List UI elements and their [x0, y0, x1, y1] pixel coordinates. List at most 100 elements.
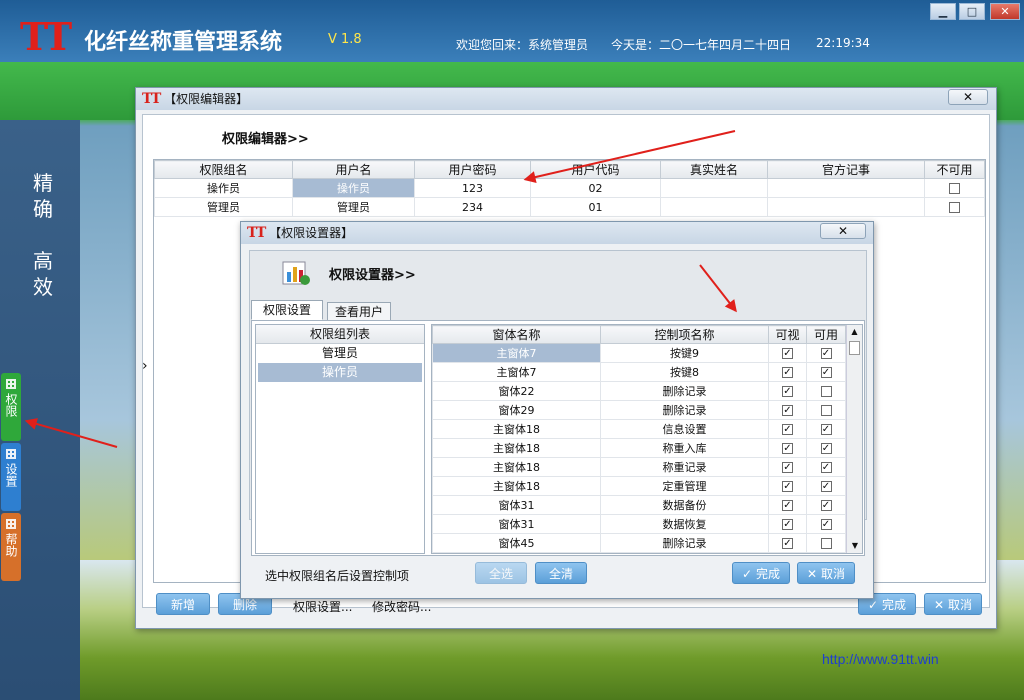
cell-form[interactable]: 主窗体18 — [432, 438, 601, 458]
cell-name[interactable] — [660, 178, 768, 198]
vertical-scrollbar[interactable]: ▲ ▼ — [846, 325, 862, 553]
col-enabled[interactable]: 可用 — [806, 325, 846, 344]
editor-close-button[interactable]: ✕ — [948, 89, 988, 105]
cell-form[interactable]: 窗体29 — [432, 400, 601, 420]
cell-ctrl[interactable]: 信息设置 — [600, 419, 769, 439]
table-row[interactable]: 主窗体7 按键9 ✓ ✓ — [432, 343, 846, 363]
cell-ctrl[interactable]: 称重记录 — [600, 457, 769, 477]
visible-checkbox[interactable]: ✓ — [782, 443, 793, 454]
cell-form[interactable]: 主窗体18 — [432, 476, 601, 496]
enabled-checkbox[interactable]: ✓ — [820, 443, 832, 454]
enabled-checkbox[interactable]: ✓ — [820, 348, 832, 359]
side-tab-settings[interactable]: 设置 — [1, 443, 21, 511]
visible-checkbox[interactable]: ✓ — [782, 348, 793, 359]
enabled-checkbox[interactable]: ✓ — [820, 462, 832, 473]
visible-checkbox[interactable]: ✓ — [782, 386, 793, 397]
setter-ok-button[interactable]: ✓ 完成 — [732, 562, 790, 584]
table-row[interactable]: 管理员 管理员 234 01 — [154, 197, 985, 217]
visible-checkbox[interactable]: ✓ — [782, 424, 793, 435]
setter-cancel-button[interactable]: ✕ 取消 — [797, 562, 855, 584]
visible-checkbox[interactable]: ✓ — [782, 481, 793, 492]
col-realname[interactable]: 真实姓名 — [660, 160, 768, 179]
cell-form[interactable]: 窗体31 — [432, 514, 601, 534]
cell-group[interactable]: 管理员 — [154, 197, 293, 217]
cell-note[interactable] — [767, 178, 925, 198]
tab-view-users[interactable]: 查看用户 — [327, 302, 391, 322]
cell-note[interactable] — [767, 197, 925, 217]
cell-ctrl[interactable]: 定重管理 — [600, 476, 769, 496]
col-group[interactable]: 权限组名 — [154, 160, 293, 179]
cell-form[interactable]: 主窗体7 — [432, 343, 601, 363]
enabled-checkbox[interactable]: ✓ — [820, 481, 832, 492]
enabled-checkbox[interactable]: ✓ — [820, 500, 832, 511]
enabled-checkbox[interactable] — [820, 405, 832, 416]
cell-code[interactable]: 02 — [530, 178, 661, 198]
cell-pwd[interactable]: 123 — [414, 178, 531, 198]
visible-checkbox[interactable]: ✓ — [782, 519, 793, 530]
website-link[interactable]: http://www.91tt.win — [822, 651, 939, 667]
visible-checkbox[interactable]: ✓ — [782, 538, 793, 549]
visible-checkbox[interactable]: ✓ — [782, 462, 793, 473]
table-row[interactable]: 主窗体18 称重记录 ✓ ✓ — [432, 457, 846, 477]
permission-settings-link[interactable]: 权限设置... — [293, 598, 352, 615]
enabled-checkbox[interactable]: ✓ — [820, 519, 832, 530]
col-disabled[interactable]: 不可用 — [924, 160, 985, 179]
maximize-button[interactable]: □ — [959, 3, 985, 20]
col-form-name[interactable]: 窗体名称 — [432, 325, 601, 344]
visible-checkbox[interactable]: ✓ — [782, 405, 793, 416]
table-row[interactable]: 窗体31 数据备份 ✓ ✓ — [432, 495, 846, 515]
enabled-checkbox[interactable] — [820, 386, 832, 397]
enabled-checkbox[interactable] — [820, 538, 832, 549]
select-all-button[interactable]: 全选 — [475, 562, 527, 584]
cell-group[interactable]: 操作员 — [154, 178, 293, 198]
scroll-thumb[interactable] — [849, 341, 860, 355]
group-item-admin[interactable]: 管理员 — [256, 344, 424, 363]
tab-permission-settings[interactable]: 权限设置 — [251, 300, 323, 320]
col-control-name[interactable]: 控制项名称 — [600, 325, 769, 344]
side-tab-help[interactable]: 帮助 — [1, 513, 21, 581]
table-row[interactable]: 窗体22 删除记录 ✓ — [432, 381, 846, 401]
cell-form[interactable]: 窗体45 — [432, 533, 601, 553]
cell-form[interactable]: 窗体31 — [432, 495, 601, 515]
cell-ctrl[interactable]: 数据恢复 — [600, 514, 769, 534]
cell-form[interactable]: 窗体22 — [432, 381, 601, 401]
table-row[interactable]: 窗体29 删除记录 ✓ — [432, 400, 846, 420]
table-row[interactable]: 主窗体18 信息设置 ✓ ✓ — [432, 419, 846, 439]
table-row[interactable]: 主窗体18 定重管理 ✓ ✓ — [432, 476, 846, 496]
enabled-checkbox[interactable]: ✓ — [820, 424, 832, 435]
side-tab-permission[interactable]: 权限 — [1, 373, 21, 441]
setter-close-button[interactable]: ✕ — [820, 223, 866, 239]
col-note[interactable]: 官方记事 — [767, 160, 925, 179]
cell-ctrl[interactable]: 删除记录 — [600, 400, 769, 420]
table-row[interactable]: 窗体45 删除记录 ✓ — [432, 533, 846, 553]
group-item-operator[interactable]: 操作员 — [258, 363, 422, 382]
table-row[interactable]: 主窗体7 按键8 ✓ ✓ — [432, 362, 846, 382]
cell-user[interactable]: 操作员 — [292, 178, 415, 198]
col-password[interactable]: 用户密码 — [414, 160, 531, 179]
enabled-checkbox[interactable]: ✓ — [820, 367, 832, 378]
visible-checkbox[interactable]: ✓ — [782, 367, 793, 378]
cell-code[interactable]: 01 — [530, 197, 661, 217]
cell-ctrl[interactable]: 删除记录 — [600, 381, 769, 401]
col-visible[interactable]: 可视 — [768, 325, 807, 344]
table-row[interactable]: 操作员 操作员 123 02 — [154, 178, 985, 198]
cell-ctrl[interactable]: 删除记录 — [600, 533, 769, 553]
scroll-up-icon[interactable]: ▲ — [847, 325, 862, 339]
cell-ctrl[interactable]: 称重入库 — [600, 438, 769, 458]
minimize-button[interactable]: ▁ — [930, 3, 956, 20]
cell-ctrl[interactable]: 按键8 — [600, 362, 769, 382]
visible-checkbox[interactable]: ✓ — [782, 500, 793, 511]
scroll-down-icon[interactable]: ▼ — [847, 539, 862, 553]
cell-pwd[interactable]: 234 — [414, 197, 531, 217]
table-row[interactable]: 窗体31 数据恢复 ✓ ✓ — [432, 514, 846, 534]
cell-form[interactable]: 主窗体7 — [432, 362, 601, 382]
cell-form[interactable]: 主窗体18 — [432, 457, 601, 477]
add-button[interactable]: 新增 — [156, 593, 210, 615]
editor-cancel-button[interactable]: ✕ 取消 — [924, 593, 982, 615]
table-row[interactable]: 主窗体18 称重入库 ✓ ✓ — [432, 438, 846, 458]
clear-all-button[interactable]: 全清 — [535, 562, 587, 584]
cell-name[interactable] — [660, 197, 768, 217]
close-app-button[interactable]: ✕ — [990, 3, 1020, 20]
cell-ctrl[interactable]: 数据备份 — [600, 495, 769, 515]
change-password-link[interactable]: 修改密码... — [372, 598, 431, 615]
